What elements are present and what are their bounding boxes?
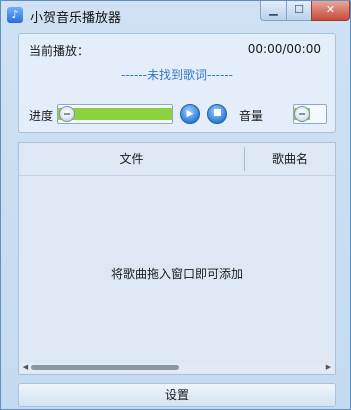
stop-icon [213, 109, 221, 116]
play-button[interactable]: ▶ [180, 104, 200, 124]
scroll-left-icon[interactable]: ◀ [21, 363, 30, 372]
progress-label: 进度 [29, 109, 54, 123]
now-playing-label: 当前播放： [29, 44, 90, 58]
lyrics-status: ------未找到歌词------ [121, 68, 233, 82]
volume-label: 音量 [239, 109, 264, 123]
horizontal-scrollbar[interactable]: ◀ ▶ [21, 363, 333, 372]
volume-thumb[interactable] [294, 106, 310, 122]
settings-button[interactable]: 设置 [18, 383, 336, 407]
titlebar[interactable]: ♪ 小贺音乐播放器 ▁ ☐ ✕ [1, 1, 350, 31]
playlist[interactable]: 文件 歌曲名 将歌曲拖入窗口即可添加 ◀ ▶ [18, 142, 336, 375]
progress-slider[interactable] [57, 104, 173, 124]
playlist-header: 文件 歌曲名 [19, 143, 335, 176]
app-window: ♪ 小贺音乐播放器 ▁ ☐ ✕ 当前播放： 00:00/00:00 ------… [0, 0, 351, 410]
player-panel: 当前播放： 00:00/00:00 ------未找到歌词------ 进度 ▶… [18, 33, 336, 133]
column-header-song-name[interactable]: 歌曲名 [245, 143, 335, 175]
time-display: 00:00/00:00 [247, 42, 321, 56]
window-title: 小贺音乐播放器 [30, 11, 122, 26]
progress-fill [58, 108, 172, 120]
scrollbar-thumb[interactable] [31, 365, 179, 370]
stop-button[interactable] [207, 104, 227, 124]
minimize-button[interactable]: ▁ [260, 1, 287, 21]
volume-slider[interactable] [293, 104, 327, 124]
scroll-right-icon[interactable]: ▶ [324, 363, 333, 372]
close-button[interactable]: ✕ [311, 1, 350, 21]
music-note-icon: ♪ [7, 7, 23, 23]
playlist-empty-hint: 将歌曲拖入窗口即可添加 [110, 267, 243, 281]
progress-thumb[interactable] [59, 106, 75, 122]
maximize-button[interactable]: ☐ [286, 1, 312, 21]
column-header-file[interactable]: 文件 [19, 143, 244, 175]
